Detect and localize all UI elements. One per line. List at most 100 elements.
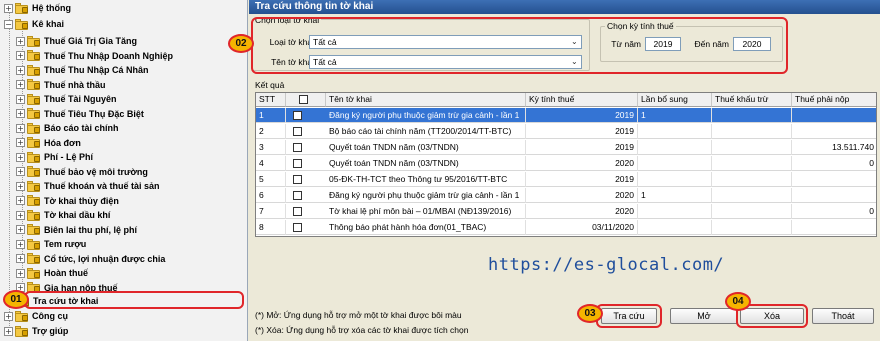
locked-folder-icon	[15, 2, 29, 14]
tree-item-label: Thuế Thu Nhập Doanh Nghiệp	[44, 50, 173, 61]
tree-item-ke-khai[interactable]: − Kê khai	[4, 16, 64, 32]
expand-icon[interactable]: +	[16, 239, 25, 249]
locked-folder-icon	[27, 122, 41, 134]
expand-icon[interactable]: +	[4, 326, 13, 336]
step-badge-01: 01	[3, 290, 29, 309]
locked-folder-icon	[27, 151, 41, 163]
table-row[interactable]: 1 Đăng ký người phụ thuộc giảm trừ gia cả…	[256, 108, 876, 123]
table-row[interactable]: 2 Bộ báo cáo tài chính năm (TT200/2014/TT…	[256, 124, 876, 139]
tree-item-label: Biên lai thu phí, lệ phí	[44, 224, 138, 235]
cell-name: Thông báo phát hành hóa đơn(01_TBAC)	[326, 220, 526, 235]
open-button[interactable]: Mở	[670, 308, 738, 324]
tree-item-label: Thuế Giá Trị Gia Tăng	[44, 36, 138, 46]
locked-folder-icon	[27, 209, 41, 221]
row-checkbox[interactable]	[293, 127, 302, 136]
expand-icon[interactable]: +	[16, 80, 25, 89]
column-header-payable[interactable]: Thuế phải nộp	[792, 93, 876, 107]
cell-payable: 13.511.740	[792, 140, 876, 155]
cell-deduct	[712, 124, 792, 139]
cell-supplement	[638, 220, 712, 235]
table-row[interactable]: 4 Quyết toán TNDN năm (03/TNDN) 2020 0	[256, 156, 876, 171]
step-badge-02: 02	[228, 34, 254, 53]
expand-icon[interactable]: +	[16, 196, 25, 205]
cell-deduct	[712, 108, 792, 123]
expand-icon[interactable]: +	[16, 254, 25, 263]
table-row[interactable]: 5 05-ĐK-TH-TCT theo Thông tư 95/2016/TT-B…	[256, 172, 876, 187]
select-all-checkbox[interactable]	[299, 95, 308, 104]
tree-item-label: Công cụ	[32, 311, 68, 321]
row-checkbox[interactable]	[293, 191, 302, 200]
cell-period: 2020	[526, 156, 638, 171]
tree-item-label: Thuế Tài Nguyên	[44, 94, 117, 104]
row-checkbox[interactable]	[293, 207, 302, 216]
cell-stt: 8	[256, 220, 286, 235]
tree-item-he-thong[interactable]: + Hệ thống	[4, 0, 71, 16]
row-checkbox[interactable]	[293, 223, 302, 232]
row-checkbox[interactable]	[293, 159, 302, 168]
tree-item-label: Báo cáo tài chính	[44, 123, 119, 133]
expand-icon[interactable]: +	[16, 65, 25, 75]
cell-supplement	[638, 140, 712, 155]
tree-item-cong-cu[interactable]: + Công cụ	[4, 308, 68, 324]
row-checkbox[interactable]	[293, 175, 302, 184]
table-row[interactable]: 7 Tờ khai lệ phí môn bài – 01/MBAI (NĐ139…	[256, 204, 876, 219]
step-badge-03: 03	[577, 304, 603, 323]
cell-stt: 6	[256, 188, 286, 203]
column-header-name[interactable]: Tên tờ khai	[326, 93, 526, 107]
cell-supplement	[638, 172, 712, 187]
cell-stt: 5	[256, 172, 286, 187]
cell-stt: 1	[256, 108, 286, 123]
expand-icon[interactable]: +	[16, 152, 25, 162]
expand-icon[interactable]: +	[16, 109, 25, 118]
expand-icon[interactable]: +	[16, 51, 25, 60]
expand-icon[interactable]: +	[16, 268, 25, 278]
tree-item-label: Tờ khai thủy điện	[44, 195, 119, 206]
cell-stt: 4	[256, 156, 286, 171]
tree-item-label: Thuế khoán và thuế tài sản	[44, 181, 160, 191]
row-checkbox[interactable]	[293, 111, 302, 120]
app-window: + Hệ thống − Kê khai + Thuế Giá Trị Gia T…	[0, 0, 880, 341]
cell-payable: 0	[792, 204, 876, 219]
expand-icon[interactable]: +	[16, 36, 25, 46]
cell-payable	[792, 172, 876, 187]
expand-icon[interactable]: +	[16, 210, 25, 220]
column-header-deduct[interactable]: Thuế khấu trừ	[712, 93, 792, 107]
cell-name: Quyết toán TNDN năm (03/TNDN)	[326, 156, 526, 171]
locked-folder-icon	[27, 253, 41, 264]
expand-icon[interactable]: +	[16, 225, 25, 234]
cell-stt: 7	[256, 204, 286, 219]
expand-icon[interactable]: +	[4, 311, 13, 321]
collapse-icon[interactable]: −	[4, 19, 13, 29]
expand-icon[interactable]: +	[16, 123, 25, 133]
locked-folder-icon	[27, 224, 41, 235]
cell-payable	[792, 188, 876, 203]
cell-supplement: 1	[638, 188, 712, 203]
expand-icon[interactable]: +	[16, 181, 25, 191]
expand-icon[interactable]: +	[16, 94, 25, 104]
cell-supplement	[638, 124, 712, 139]
tree-item-label: Thuế nhà thầu	[44, 79, 106, 90]
cell-payable	[792, 108, 876, 123]
locked-folder-icon	[27, 137, 41, 148]
expand-icon[interactable]: +	[16, 167, 25, 176]
table-row[interactable]: 3 Quyết toán TNDN năm (03/TNDN) 2019 13.511…	[256, 140, 876, 155]
row-checkbox[interactable]	[293, 143, 302, 152]
exit-button[interactable]: Thoát	[812, 308, 874, 324]
locked-folder-icon	[15, 310, 29, 322]
column-header-stt[interactable]: STT	[256, 93, 286, 107]
tree-item-tro-giup[interactable]: + Trợ giúp	[4, 323, 68, 339]
expand-icon[interactable]: +	[16, 138, 25, 147]
results-grid: STT Tên tờ khai Kỳ tính thuế Lần bổ sung…	[255, 92, 877, 237]
locked-folder-icon	[15, 325, 29, 337]
column-header-select[interactable]	[286, 93, 326, 107]
locked-folder-icon	[27, 238, 41, 250]
table-row[interactable]: 8 Thông báo phát hành hóa đơn(01_TBAC) 03/…	[256, 220, 876, 235]
cell-period: 2019	[526, 140, 638, 155]
lookup-panel: Tra cứu thông tin tờ khai Chọn loại tờ k…	[228, 0, 880, 341]
expand-icon[interactable]: +	[4, 3, 13, 13]
column-header-supplement[interactable]: Lần bổ sung	[638, 93, 712, 107]
cell-stt: 3	[256, 140, 286, 155]
column-header-period[interactable]: Kỳ tính thuế	[526, 93, 638, 107]
cell-period: 2019	[526, 108, 638, 123]
table-row[interactable]: 6 Đăng ký người phụ thuộc giảm trừ gia cả…	[256, 188, 876, 203]
